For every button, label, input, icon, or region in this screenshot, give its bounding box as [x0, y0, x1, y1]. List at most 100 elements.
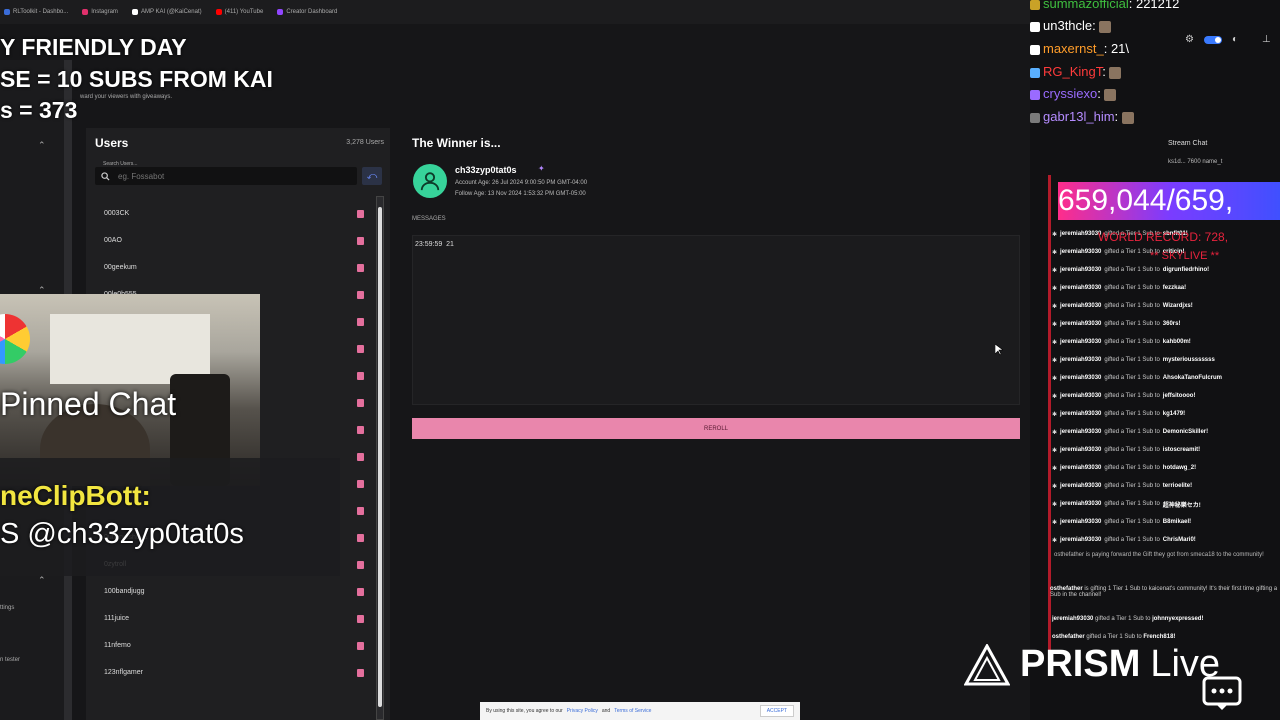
chat-username[interactable]: RG_KingT — [1043, 64, 1102, 79]
trash-icon[interactable] — [357, 641, 364, 650]
user-row[interactable]: 123nflgamer — [100, 659, 370, 686]
gifter-name[interactable]: jeremiah93030 — [1060, 339, 1101, 345]
trash-icon[interactable] — [357, 290, 364, 299]
trash-icon[interactable] — [357, 263, 364, 272]
chat-username[interactable]: gabr13l_him — [1043, 109, 1115, 124]
gifter-name[interactable]: jeremiah93030 — [1060, 231, 1101, 237]
bookmark-item[interactable]: (411) YouTube — [215, 9, 263, 15]
trash-icon[interactable] — [357, 533, 364, 542]
gift-recipient[interactable]: mysteriousssssss — [1163, 357, 1215, 363]
gifter-name[interactable]: jeremiah93030 — [1060, 465, 1101, 471]
pin-icon[interactable]: ⊥ — [1262, 34, 1271, 45]
chat-username[interactable]: un3thcle — [1043, 18, 1092, 33]
contrast-icon[interactable]: ◐ — [1232, 34, 1238, 45]
gifter-name[interactable]: osthefather — [1052, 634, 1085, 640]
gift-recipient[interactable]: French818! — [1143, 634, 1175, 640]
gift-recipient[interactable]: kahb00m! — [1163, 339, 1191, 345]
chat-username[interactable]: cryssiexo — [1043, 86, 1097, 101]
chevron-up-icon[interactable]: ⌃ — [38, 140, 46, 151]
trash-icon[interactable] — [357, 668, 364, 677]
gift-text: gifted a Tier 1 Sub to — [1104, 393, 1160, 399]
user-list-scrollbar[interactable] — [376, 196, 384, 720]
chat-username[interactable]: summazofficial — [1043, 0, 1129, 11]
gifter-name[interactable]: jeremiah93030 — [1060, 267, 1101, 273]
trash-icon[interactable] — [357, 614, 364, 623]
privacy-link[interactable]: Privacy Policy — [567, 708, 598, 714]
gift-recipient[interactable]: Wizardjxs! — [1163, 303, 1193, 309]
gifter-name[interactable]: jeremiah93030 — [1052, 616, 1093, 622]
gift-recipient[interactable]: johnnyexpressed! — [1152, 616, 1203, 622]
gifter-name[interactable]: jeremiah93030 — [1060, 393, 1101, 399]
scrollbar-thumb[interactable] — [378, 207, 382, 707]
gift-recipient[interactable]: terrioelite! — [1163, 483, 1192, 489]
trash-icon[interactable] — [357, 371, 364, 380]
chat-separator: : — [1103, 41, 1111, 56]
gifter-name[interactable]: jeremiah93030 — [1060, 357, 1101, 363]
gift-recipient[interactable]: 超神秘樂セカ! — [1163, 500, 1201, 509]
trash-icon[interactable] — [357, 425, 364, 434]
trash-icon[interactable] — [357, 479, 364, 488]
trash-icon[interactable] — [357, 317, 364, 326]
reset-button[interactable]: ⤺ — [362, 167, 382, 185]
bookmark-item[interactable]: Instagram — [82, 9, 118, 15]
trash-icon[interactable] — [357, 236, 364, 245]
trash-icon[interactable] — [357, 587, 364, 596]
chat-bubble-icon[interactable] — [1202, 676, 1242, 712]
bookmark-item[interactable]: RLToolkit - Dashbo... — [4, 9, 68, 15]
gifter-name[interactable]: jeremiah93030 — [1060, 429, 1101, 435]
gifter-name[interactable]: jeremiah93030 — [1060, 411, 1101, 417]
terms-link[interactable]: Terms of Service — [614, 708, 651, 714]
user-row[interactable]: 00geekum — [100, 254, 370, 281]
gift-recipient[interactable]: B8mikael! — [1163, 519, 1191, 525]
chat-message: gabr13l_him: — [1030, 109, 1134, 124]
gear-icon[interactable]: ⚙ — [1185, 34, 1194, 45]
gift-recipient[interactable]: 360rs! — [1163, 321, 1181, 327]
user-row[interactable]: 111juice — [100, 605, 370, 632]
gift-recipient[interactable]: AhsokaTanoFulcrum — [1163, 375, 1222, 381]
trash-icon[interactable] — [357, 209, 364, 218]
reroll-button[interactable]: REROLL — [412, 418, 1020, 439]
gifter-name[interactable]: jeremiah93030 — [1060, 447, 1101, 453]
bookmark-item[interactable]: Creator Dashboard — [277, 9, 337, 15]
gifter-name[interactable]: jeremiah93030 — [1060, 519, 1101, 525]
community-gift-text: is gifting 1 Tier 1 Sub to kaicenat's co… — [1050, 586, 1278, 598]
trash-icon[interactable] — [357, 452, 364, 461]
chat-message: maxernst_: 21\ — [1030, 41, 1129, 56]
gifter-name[interactable]: jeremiah93030 — [1060, 375, 1101, 381]
sub-counter: 659,044/659, — [1058, 182, 1280, 220]
trash-icon[interactable] — [357, 398, 364, 407]
trash-icon[interactable] — [357, 506, 364, 515]
trash-icon[interactable] — [357, 344, 364, 353]
bookmark-item[interactable]: AMP KAI (@KaiCenat) — [131, 9, 202, 15]
gifter-name[interactable]: jeremiah93030 — [1060, 537, 1101, 543]
chevron-up-icon[interactable]: ⌃ — [38, 575, 46, 586]
cookie-text: By using this site, you agree to our — [486, 708, 563, 714]
gift-recipient[interactable]: fezzkaa! — [1163, 285, 1186, 291]
sidebar-item-settings[interactable]: ttings — [0, 605, 14, 611]
gift-recipient[interactable]: DemonicSkiller! — [1163, 429, 1208, 435]
gift-recipient[interactable]: istoscreamit! — [1163, 447, 1200, 453]
gifter-name[interactable]: jeremiah93030 — [1060, 303, 1101, 309]
gift-recipient[interactable]: hotdawg_2! — [1163, 465, 1196, 471]
gift-recipient[interactable]: jeffsitoooo! — [1163, 393, 1196, 399]
gifter-name[interactable]: jeremiah93030 — [1060, 501, 1101, 507]
trash-icon[interactable] — [357, 560, 364, 569]
gifter-name[interactable]: jeremiah93030 — [1060, 321, 1101, 327]
user-row[interactable]: 100bandjugg — [100, 578, 370, 605]
chat-username[interactable]: maxernst_ — [1043, 41, 1104, 56]
user-row[interactable]: 11nfemo — [100, 632, 370, 659]
search-input[interactable] — [116, 170, 340, 182]
search-box[interactable] — [95, 167, 357, 185]
sidebar-item-tester[interactable]: n tester — [0, 657, 20, 663]
gift-recipient[interactable]: ChrisMari0! — [1163, 537, 1196, 543]
gifter-name[interactable]: jeremiah93030 — [1060, 285, 1101, 291]
user-row[interactable]: 00AO — [100, 227, 370, 254]
theme-toggle[interactable] — [1203, 35, 1222, 44]
gifter-name[interactable]: jeremiah93030 — [1060, 483, 1101, 489]
gift-recipient[interactable]: kg1479! — [1163, 411, 1185, 417]
gifter-name[interactable]: jeremiah93030 — [1060, 249, 1101, 255]
gift-text: gifted a Tier 1 Sub to — [1104, 519, 1160, 525]
gift-recipient[interactable]: digrunfiedrhino! — [1163, 267, 1209, 273]
user-row[interactable]: 0003CK — [100, 200, 370, 227]
accept-button[interactable]: ACCEPT — [759, 705, 794, 717]
